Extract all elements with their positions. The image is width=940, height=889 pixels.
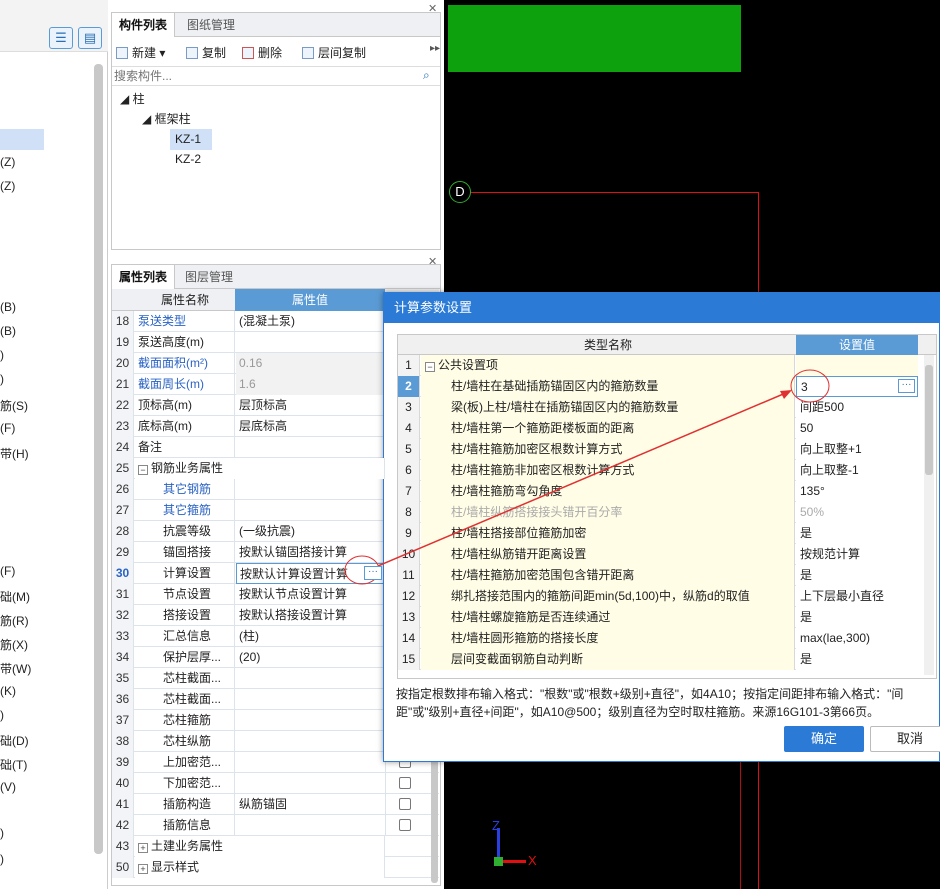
property-name: − 钢筋业务属性 bbox=[135, 458, 385, 479]
property-name-label: 显示样式 bbox=[151, 860, 200, 874]
property-name: + 显示样式 bbox=[135, 857, 385, 878]
property-name-label: 土建业务属性 bbox=[151, 839, 224, 853]
annotation-arrow bbox=[377, 391, 789, 567]
property-name: + 土建业务属性 bbox=[135, 836, 385, 857]
annotation-circle-right bbox=[790, 369, 830, 403]
ellipsis-button[interactable]: ··· bbox=[364, 566, 382, 580]
expand-icon[interactable]: + bbox=[138, 864, 148, 874]
expand-icon[interactable]: + bbox=[138, 843, 148, 853]
annotation-overlay bbox=[344, 369, 830, 585]
property-name-label: 钢筋业务属性 bbox=[151, 461, 224, 475]
annotation-arrowhead bbox=[780, 390, 792, 399]
collapse-icon[interactable]: − bbox=[138, 465, 148, 475]
